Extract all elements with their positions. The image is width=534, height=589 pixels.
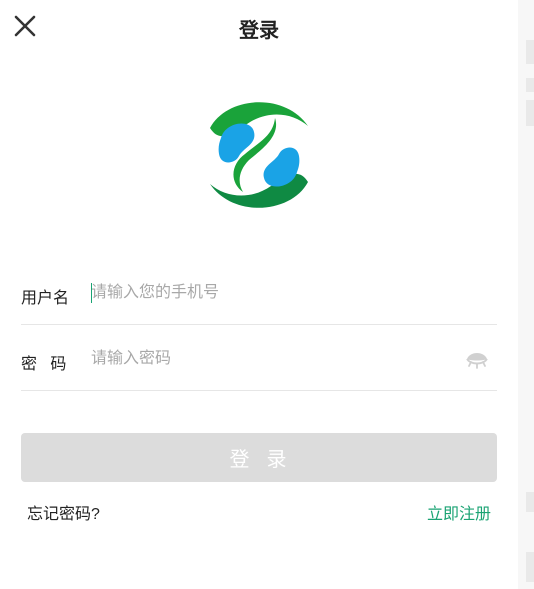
password-row: 密 码 (21, 328, 497, 391)
login-page: 登录 用户名 密 码 (0, 0, 518, 589)
eye-closed-icon (466, 353, 488, 369)
password-input[interactable] (91, 347, 451, 371)
strip-fragment (526, 552, 534, 582)
page-title: 登录 (239, 20, 279, 42)
register-link[interactable]: 立即注册 (427, 500, 491, 524)
strip-fragment (526, 492, 534, 512)
password-visibility-toggle[interactable] (465, 348, 489, 370)
login-button[interactable]: 登 录 (21, 433, 497, 482)
strip-fragment (526, 100, 534, 126)
strip-fragment (526, 78, 534, 92)
username-input[interactable] (91, 281, 451, 305)
brand-logo (207, 98, 311, 212)
adjacent-window-strip (518, 0, 534, 589)
strip-fragment (526, 40, 534, 64)
password-label: 密 码 (21, 356, 67, 373)
username-row: 用户名 (21, 262, 497, 325)
text-caret (91, 283, 92, 303)
username-label: 用户名 (21, 290, 70, 307)
forgot-password-link[interactable]: 忘记密码? (27, 500, 100, 524)
brand-logo-icon (210, 102, 308, 208)
